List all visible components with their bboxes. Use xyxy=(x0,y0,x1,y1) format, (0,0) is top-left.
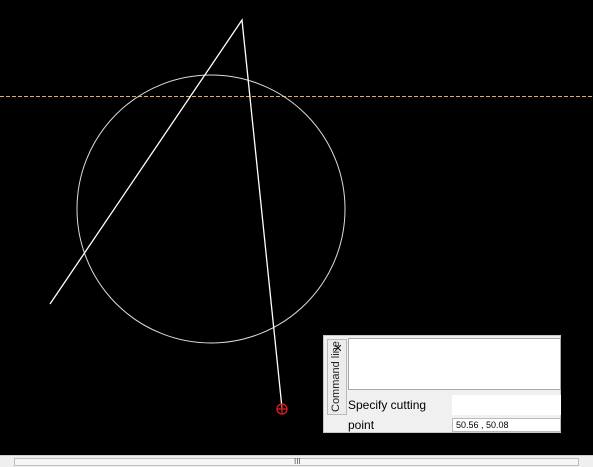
command-prompt: Specify cutting point xyxy=(348,395,452,432)
coordinates-readout: 50.56 , 50.08 xyxy=(452,418,561,432)
scroll-right-button[interactable] xyxy=(581,456,593,467)
cursor-crosshair-icon xyxy=(276,403,288,415)
scroll-left-button[interactable] xyxy=(0,456,12,467)
command-history xyxy=(348,338,561,390)
command-panel-titlebar[interactable]: ✕ Command line xyxy=(327,339,347,415)
command-input[interactable] xyxy=(452,395,561,415)
scrollbar-thumb[interactable]: III xyxy=(14,457,579,466)
command-panel-title: Command line xyxy=(330,341,342,412)
scroll-grip-icon: III xyxy=(294,457,301,466)
command-line-panel: ✕ Command line Specify cutting point 50.… xyxy=(323,335,561,433)
horizontal-scrollbar[interactable]: III xyxy=(0,455,593,467)
